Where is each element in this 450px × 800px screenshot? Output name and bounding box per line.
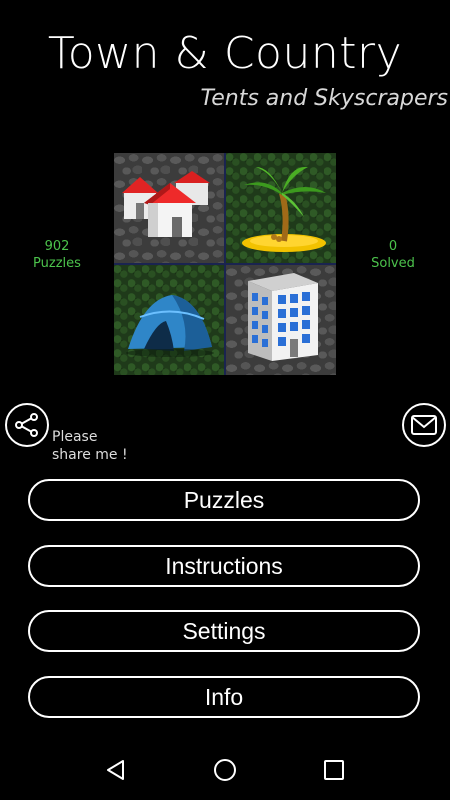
puzzles-count: 902 (44, 239, 70, 254)
puzzles-label: Puzzles (33, 256, 81, 271)
skyscraper-tile (226, 265, 336, 375)
app-subtitle: Tents and Skyscrapers (200, 86, 448, 111)
skyscraper-icon (248, 273, 318, 361)
tent-tile (114, 265, 224, 375)
share-prompt-line2: share me ! (52, 447, 128, 463)
recents-icon (323, 760, 344, 780)
share-button[interactable] (5, 403, 49, 447)
palm-tile (226, 153, 336, 263)
puzzles-stat: 902 Puzzles (20, 238, 94, 272)
app-title: Town & Country (47, 28, 403, 79)
solved-label: Solved (371, 256, 415, 271)
nav-recents-button[interactable] (316, 752, 352, 788)
share-icon (15, 413, 38, 437)
houses-icon (122, 171, 210, 237)
info-button[interactable]: Info (28, 676, 420, 718)
settings-button[interactable]: Settings (28, 610, 420, 652)
palm-island-icon (242, 166, 326, 252)
mail-icon (411, 415, 437, 435)
mail-button[interactable] (402, 403, 446, 447)
houses-tile (114, 153, 224, 263)
tent-icon (126, 295, 214, 357)
back-icon (107, 760, 125, 780)
solved-stat: 0 Solved (356, 238, 430, 272)
instructions-button[interactable]: Instructions (28, 545, 420, 587)
puzzles-button[interactable]: Puzzles (28, 479, 420, 521)
system-navbar (0, 740, 450, 800)
solved-count: 0 (388, 239, 398, 254)
nav-back-button[interactable] (98, 752, 134, 788)
share-prompt: Please share me ! (52, 428, 162, 464)
share-prompt-line1: Please (52, 429, 98, 445)
nav-home-button[interactable] (207, 752, 243, 788)
logo-tile-grid (114, 153, 336, 375)
home-icon (213, 759, 236, 781)
